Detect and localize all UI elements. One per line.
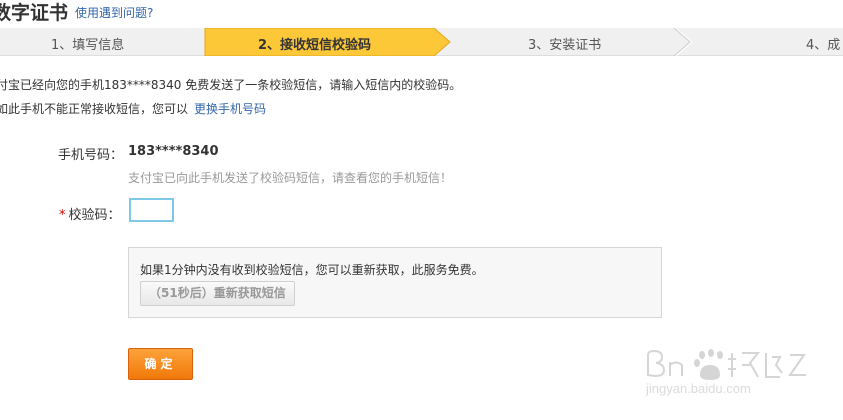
resend-sms-button[interactable]: （51秒后）重新获取短信 <box>140 281 295 306</box>
watermark-url: jingyan.baidu.com <box>646 381 751 396</box>
page-title: 数字证书 <box>0 2 69 24</box>
step-4-label: 4、成 <box>806 38 841 53</box>
code-label: 校验码： <box>68 208 121 223</box>
change-phone-link[interactable]: 更换手机号码 <box>194 102 266 116</box>
phone-change-text: 如此手机不能正常接收短信，您可以 <box>0 102 189 116</box>
phone-label: 手机号码： <box>58 148 124 163</box>
help-link[interactable]: 使用遇到问题? <box>75 4 153 21</box>
confirm-button[interactable]: 确定 <box>128 348 193 380</box>
step-3-label: 3、安装证书 <box>528 38 602 53</box>
stepper-background <box>0 28 843 56</box>
phone-value: 183****8340 <box>128 144 219 159</box>
sms-sent-notice: 付宝已经向您的手机183****8340 免费发送了一条校验短信，请输入短信内的… <box>0 78 462 92</box>
verification-code-input[interactable] <box>129 198 174 222</box>
progress-stepper: 1、填写信息 2、接收短信校验码 3、安装证书 4、成 <box>0 28 843 56</box>
phone-hint: 支付宝已向此手机发送了校验码短信，请查看您的手机短信！ <box>128 171 453 185</box>
step-1-label: 1、填写信息 <box>51 38 125 53</box>
phone-change-notice: 如此手机不能正常接收短信，您可以 更换手机号码 <box>0 100 266 117</box>
code-label-wrap: * 校验码： <box>59 204 121 223</box>
baidu-jingyan-watermark: jingyan.baidu.com <box>640 345 820 405</box>
step-2-label: 2、接收短信校验码 <box>258 38 372 53</box>
baidu-logo-icon <box>647 349 806 380</box>
certificate-page: 数字证书 使用遇到问题? 1、填写信息 2、接收短信校验码 3、安装证书 4、成… <box>0 0 843 420</box>
resend-panel: 如果1分钟内没有收到校验短信，您可以重新获取，此服务免费。 （51秒后）重新获取… <box>128 247 662 318</box>
required-mark: * <box>59 208 66 223</box>
resend-hint: 如果1分钟内没有收到校验短信，您可以重新获取，此服务免费。 <box>140 263 484 277</box>
